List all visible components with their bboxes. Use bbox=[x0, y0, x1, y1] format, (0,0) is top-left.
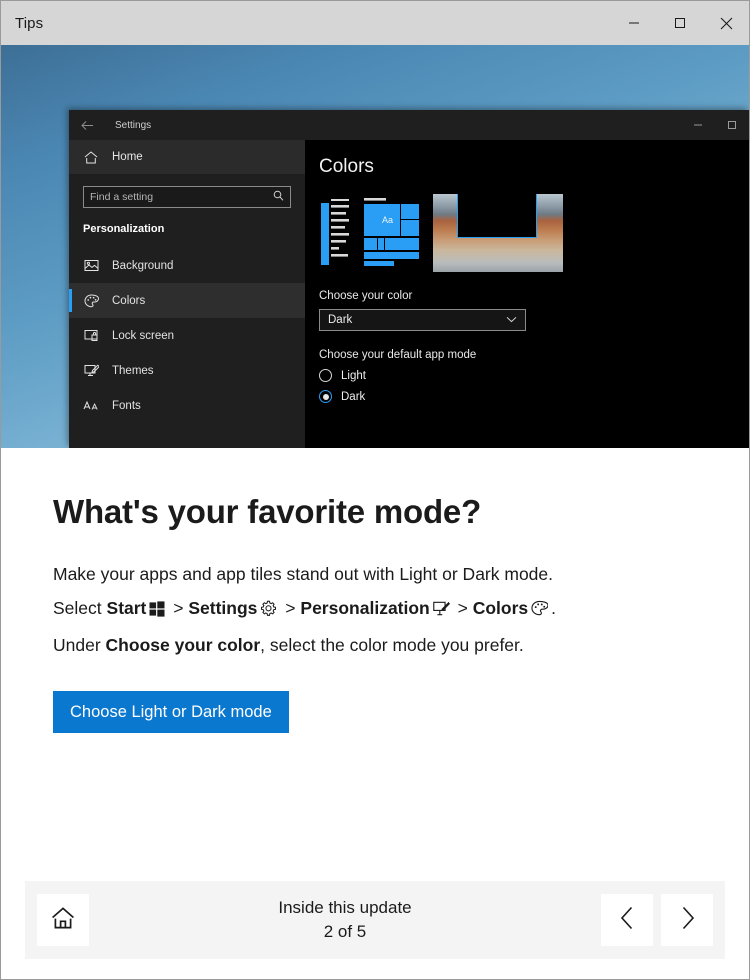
maximize-button[interactable] bbox=[657, 1, 703, 45]
sidebar-item-background[interactable]: Background bbox=[69, 248, 305, 283]
window-controls bbox=[611, 1, 749, 45]
windows-logo-icon bbox=[149, 594, 165, 628]
page-title: What's your favorite mode? bbox=[53, 493, 482, 530]
sidebar-item-lock-screen[interactable]: Lock screen bbox=[69, 318, 305, 353]
page-counter: 2 of 5 bbox=[323, 922, 367, 941]
separator-1: > bbox=[173, 598, 184, 618]
settings-search-box[interactable]: Find a setting bbox=[83, 186, 291, 208]
desktop-preview bbox=[433, 194, 563, 272]
app-mode-option-dark[interactable]: Dark bbox=[319, 390, 749, 403]
chevron-down-icon bbox=[506, 314, 517, 326]
tips-window: Tips Settings Home Find a setting Person… bbox=[0, 0, 750, 980]
choose-color-dropdown[interactable]: Dark bbox=[319, 309, 526, 331]
sidebar-item-fonts[interactable]: Fonts bbox=[69, 388, 305, 423]
settings-maximize-button[interactable] bbox=[715, 110, 749, 140]
lock-screen-icon bbox=[83, 328, 99, 344]
sidebar-item-label: Background bbox=[112, 259, 174, 272]
settings-title: Settings bbox=[115, 119, 152, 131]
app-mode-dark-label: Dark bbox=[341, 390, 366, 403]
settings-word: Settings bbox=[188, 598, 258, 618]
color-preview-group: Aa bbox=[319, 194, 749, 272]
settings-window-controls bbox=[681, 110, 749, 140]
home-button[interactable] bbox=[37, 894, 89, 946]
palette-icon bbox=[531, 594, 549, 628]
next-button[interactable] bbox=[661, 894, 713, 946]
bottom-nav-controls bbox=[601, 894, 713, 946]
search-icon bbox=[273, 188, 284, 206]
app-mode-light-label: Light bbox=[341, 369, 366, 382]
radio-dark bbox=[319, 390, 332, 403]
content-area: What's your favorite mode? Make your app… bbox=[1, 448, 749, 979]
sidebar-item-label: Lock screen bbox=[112, 329, 175, 342]
sidebar-item-colors[interactable]: Colors bbox=[69, 283, 305, 318]
start-menu-preview bbox=[319, 194, 351, 272]
app-mode-label: Choose your default app mode bbox=[319, 349, 477, 361]
choose-color-value: Dark bbox=[328, 314, 353, 326]
body-line-1: Make your apps and app tiles stand out w… bbox=[53, 557, 697, 591]
back-arrow-icon[interactable] bbox=[69, 110, 105, 140]
sidebar-item-label: Colors bbox=[112, 294, 146, 307]
app-mode-option-light[interactable]: Light bbox=[319, 369, 749, 382]
chevron-left-icon bbox=[620, 906, 635, 935]
settings-minimize-button[interactable] bbox=[681, 110, 715, 140]
sidebar-item-label: Themes bbox=[112, 364, 154, 377]
gear-icon bbox=[260, 594, 277, 628]
home-icon bbox=[51, 906, 75, 934]
personalization-word: Personalization bbox=[300, 598, 430, 618]
body-line-3-suffix: , select the color mode you prefer. bbox=[260, 635, 524, 655]
embedded-settings-window: Settings Home Find a setting Personaliza… bbox=[69, 110, 749, 448]
home-icon bbox=[83, 149, 99, 165]
settings-search-placeholder: Find a setting bbox=[90, 191, 154, 203]
title-bar: Tips bbox=[1, 1, 749, 45]
choose-color-label: Choose your color bbox=[319, 290, 413, 302]
body-select-word: Select bbox=[53, 598, 102, 618]
sidebar-item-label: Fonts bbox=[112, 399, 141, 412]
hero-image: Settings Home Find a setting Personaliza… bbox=[1, 45, 749, 448]
choose-mode-button[interactable]: Choose Light or Dark mode bbox=[53, 691, 289, 733]
desktop-preview-overlay bbox=[457, 194, 537, 238]
sidebar-nav-list: Background Colors Lock screen Themes Fon… bbox=[69, 248, 305, 423]
under-word: Under bbox=[53, 635, 101, 655]
body-line-3: Under Choose your color, select the colo… bbox=[53, 628, 697, 662]
colors-word: Colors bbox=[472, 598, 529, 618]
picture-icon bbox=[83, 258, 99, 274]
settings-title-bar: Settings bbox=[69, 110, 749, 140]
sidebar-item-home[interactable]: Home bbox=[69, 140, 305, 174]
minimize-button[interactable] bbox=[611, 1, 657, 45]
separator-3: > bbox=[457, 598, 468, 618]
settings-main-pane: Colors Aa Choose your color Dark Choose … bbox=[305, 110, 749, 448]
themes-icon bbox=[83, 363, 99, 379]
personalization-icon bbox=[432, 594, 450, 628]
bottom-nav-bar: Inside this update 2 of 5 bbox=[25, 881, 725, 959]
settings-page-title: Colors bbox=[319, 156, 374, 177]
palette-icon bbox=[83, 293, 99, 309]
window-title: Tips bbox=[15, 14, 44, 32]
tiles-preview: Aa bbox=[363, 194, 421, 272]
fonts-icon bbox=[83, 398, 99, 414]
body-line-1-text: Make your apps and app tiles stand out w… bbox=[53, 564, 553, 584]
start-word: Start bbox=[106, 598, 147, 618]
sidebar-section-header: Personalization bbox=[83, 223, 165, 235]
body-line-2: Select Start > Settings > Personalizatio… bbox=[53, 591, 697, 628]
settings-sidebar: Home Find a setting Personalization Back… bbox=[69, 110, 305, 448]
close-button[interactable] bbox=[703, 1, 749, 45]
sidebar-item-themes[interactable]: Themes bbox=[69, 353, 305, 388]
update-title: Inside this update bbox=[278, 898, 412, 917]
chevron-right-icon bbox=[680, 906, 695, 935]
radio-light bbox=[319, 369, 332, 382]
choose-your-color-word: Choose your color bbox=[105, 635, 261, 655]
svg-text:Aa: Aa bbox=[382, 215, 393, 225]
period-mark: . bbox=[551, 598, 557, 618]
previous-button[interactable] bbox=[601, 894, 653, 946]
body-text: Make your apps and app tiles stand out w… bbox=[53, 557, 697, 662]
sidebar-home-label: Home bbox=[112, 151, 143, 163]
bottom-nav-status: Inside this update 2 of 5 bbox=[89, 896, 601, 944]
separator-2: > bbox=[285, 598, 296, 618]
